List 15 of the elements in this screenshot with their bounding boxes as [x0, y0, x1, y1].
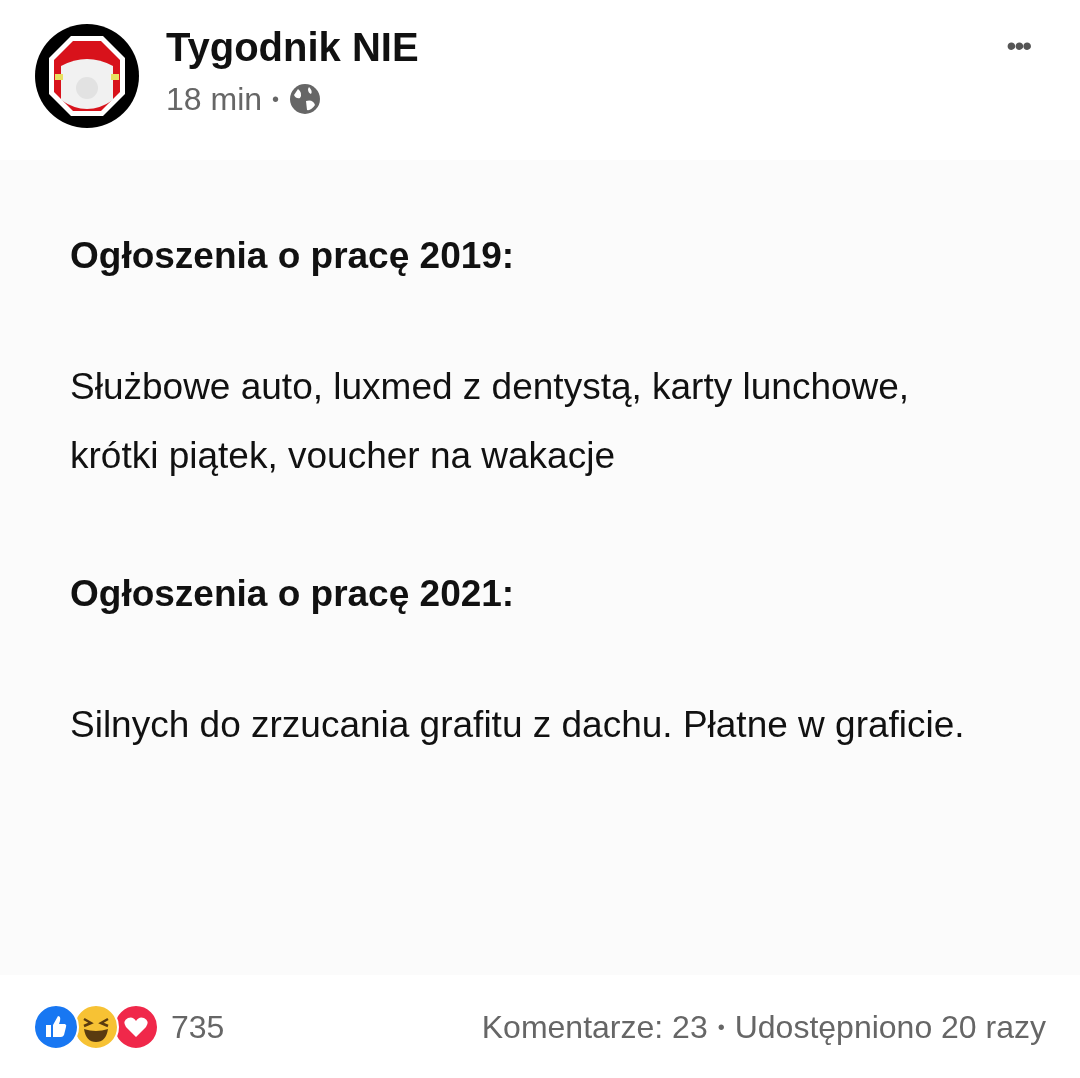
separator: •	[717, 1014, 725, 1040]
like-icon	[33, 1003, 79, 1050]
body-text: Silnych do zrzucania grafitu z dachu. Płatne w graficie.	[70, 703, 966, 747]
body-text: Służbowe auto, luxmed z dentystą, karty lunchowe, krótki piątek, voucher na wakacje	[70, 365, 911, 478]
separator: •	[272, 87, 280, 112]
avatar-icon[interactable]	[33, 22, 141, 130]
post-time[interactable]: 18 min	[166, 81, 263, 117]
heading: Ogłoszenia o pracę 2019:	[70, 234, 516, 278]
author-name[interactable]: Tygodnik NIE	[166, 25, 419, 69]
more-options-button[interactable]: •••	[1006, 32, 1030, 60]
heading: Ogłoszenia o pracę 2021:	[70, 572, 516, 616]
globe-icon	[289, 83, 322, 115]
shares-link[interactable]: Udostępniono 20 razy	[734, 1002, 1046, 1051]
reaction-count[interactable]: 735	[171, 1002, 225, 1051]
comments-link[interactable]: Komentarze: 23	[481, 1002, 708, 1051]
